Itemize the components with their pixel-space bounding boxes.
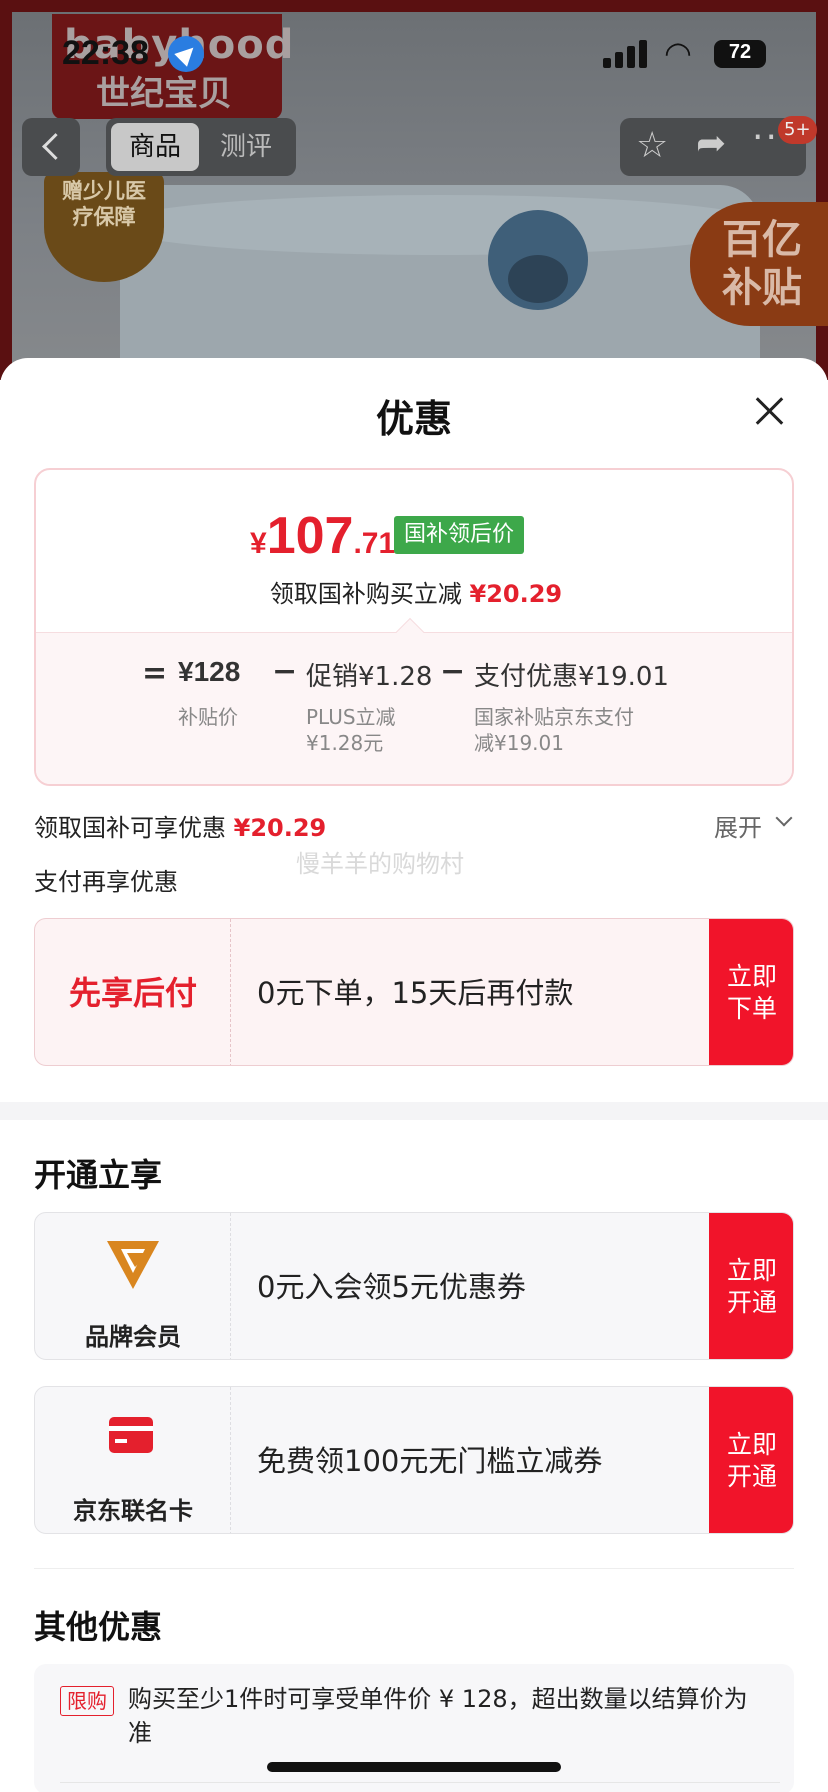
- limit-tag: 限购: [60, 1686, 114, 1716]
- insurance-badge-text: 赠少儿医疗保障: [62, 179, 146, 229]
- promo-summary: 领取国补可享优惠 ¥20.29: [34, 808, 326, 843]
- pay-note-line1: 国家补贴京东支付: [474, 705, 634, 729]
- discount-sheet: 优惠 ¥107.71 国补领后价 领取国补购买立减 ¥20.29 = ¥128 …: [0, 358, 828, 1792]
- price-integer: 107: [266, 507, 354, 565]
- brand-member-label: 品牌会员: [85, 1323, 181, 1351]
- final-price: ¥107.71: [250, 506, 395, 566]
- limit-text: 购买至少1件时可享受单件价 ¥ 128，超出数量以结算价为准: [128, 1685, 748, 1747]
- order-now-label: 立即下单: [726, 962, 777, 1023]
- price-subtitle-amount: ¥20.29: [469, 580, 563, 608]
- minus-sign: −: [272, 654, 298, 689]
- afterpay-left: 先享后付: [35, 919, 231, 1065]
- back-button[interactable]: [22, 118, 80, 176]
- other-section-title: 其他优惠: [34, 1608, 163, 1646]
- minus-sign-2: −: [440, 654, 466, 689]
- jd-card-label: 京东联名卡: [73, 1497, 193, 1525]
- cellular-signal-icon: [603, 38, 647, 68]
- tab-product[interactable]: 商品: [111, 123, 199, 171]
- order-now-button[interactable]: 立即下单: [709, 919, 793, 1065]
- brand-member-icon: [107, 1241, 159, 1289]
- other-offer-box: 限购 购买至少1件时可享受单件价 ¥ 128，超出数量以结算价为准: [34, 1664, 794, 1792]
- share-icon[interactable]: ➦: [696, 124, 726, 164]
- jd-card-desc: 免费领100元无门槛立减券: [257, 1444, 603, 1478]
- battery-icon: 72: [714, 40, 766, 68]
- jd-card-left: 京东联名卡: [35, 1387, 231, 1533]
- brand-member-desc: 0元入会领5元优惠券: [257, 1270, 526, 1304]
- location-arrow-icon: [168, 36, 204, 72]
- afterpay-desc: 0元下单，15天后再付款: [257, 976, 574, 1010]
- equals-sign: =: [142, 656, 168, 691]
- other-divider: [60, 1782, 780, 1783]
- credit-card-icon: [109, 1417, 153, 1453]
- pay-discount: 支付优惠¥19.01: [474, 662, 669, 692]
- promo-summary-amount: ¥20.29: [233, 814, 327, 842]
- home-indicator[interactable]: [267, 1762, 561, 1772]
- tab-review[interactable]: 测评: [202, 123, 290, 171]
- product-tabs: 商品 测评: [106, 118, 296, 176]
- price-card: ¥107.71 国补领后价 领取国补购买立减 ¥20.29 = ¥128 补贴价…: [34, 468, 794, 786]
- wifi-icon: ◠: [664, 34, 692, 72]
- jd-card-card[interactable]: 京东联名卡 免费领100元无门槛立减券 立即开通: [34, 1386, 794, 1534]
- sheet-title: 优惠: [375, 397, 452, 441]
- open-section-title: 开通立享: [34, 1156, 163, 1194]
- open-brand-member-button[interactable]: 立即开通: [709, 1213, 793, 1359]
- base-price-label: 补贴价: [178, 705, 238, 729]
- thin-divider: [34, 1568, 794, 1569]
- base-price: ¥128: [178, 656, 241, 687]
- chevron-down-icon[interactable]: [775, 809, 793, 827]
- open-jd-card-button[interactable]: 立即开通: [709, 1387, 793, 1533]
- favorite-star-icon[interactable]: ☆: [636, 126, 668, 166]
- status-bar: 22:38 ◠ 72: [0, 0, 828, 100]
- open-brand-member-label: 立即开通: [726, 1256, 777, 1317]
- promo-note-line1: PLUS立减: [306, 705, 396, 729]
- notification-badge: 5+: [778, 116, 817, 144]
- battery-level: 72: [728, 41, 752, 63]
- brand-member-left: 品牌会员: [35, 1213, 231, 1359]
- close-icon[interactable]: [754, 396, 784, 426]
- expand-button[interactable]: 展开: [714, 808, 762, 843]
- subsidy-badge-text: 百亿补贴: [722, 217, 802, 311]
- section-divider: [0, 1102, 828, 1120]
- price-decimal: .71: [353, 527, 396, 560]
- status-time: 22:38: [62, 34, 149, 72]
- promo-note-line2: ¥1.28元: [306, 731, 384, 755]
- afterpay-label: 先享后付: [68, 974, 197, 1012]
- open-jd-card-label: 立即开通: [726, 1430, 777, 1491]
- promo-discount: 促销¥1.28: [306, 662, 433, 692]
- pay-note-line2: 减¥19.01: [474, 731, 564, 755]
- price-subtitle: 领取国补购买立减 ¥20.29: [36, 574, 792, 609]
- subsidy-price-tag: 国补领后价: [394, 516, 525, 554]
- pay-again-label: 支付再享优惠: [34, 868, 178, 896]
- price-currency: ¥: [250, 527, 267, 560]
- price-subtitle-text: 领取国补购买立减: [269, 580, 462, 608]
- brand-member-card[interactable]: 品牌会员 0元入会领5元优惠券 立即开通: [34, 1212, 794, 1360]
- promo-summary-label: 领取国补可享优惠: [34, 814, 226, 842]
- afterpay-card[interactable]: 先享后付 0元下单，15天后再付款 立即下单: [34, 918, 794, 1066]
- watermark: 慢羊羊的购物村: [296, 850, 464, 878]
